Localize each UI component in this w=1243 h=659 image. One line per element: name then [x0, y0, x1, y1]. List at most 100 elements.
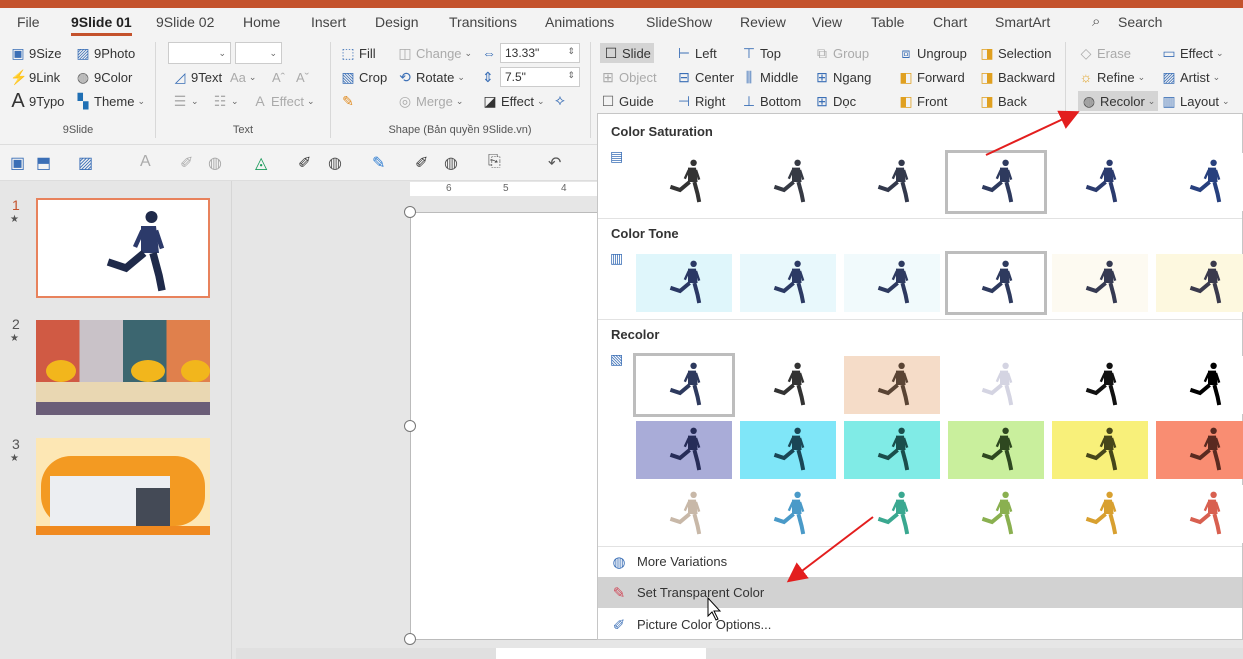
menu-item-more-variations[interactable]: ◍ More Variations [598, 546, 1242, 577]
height-field[interactable]: 7.5" ⇕ [500, 67, 580, 87]
9typo-button[interactable]: A 9Typo [10, 90, 64, 112]
toolbar-icon[interactable]: ⬒ [36, 153, 51, 173]
recolor-option[interactable] [1052, 356, 1148, 414]
recolor-option[interactable] [636, 421, 732, 479]
tab-slideshow[interactable]: SlideShow [646, 14, 712, 30]
recolor-option[interactable] [1052, 254, 1148, 312]
slide-canvas[interactable] [410, 212, 600, 640]
recolor-option[interactable] [1052, 485, 1148, 543]
group-button[interactable]: ⧉ Group [814, 43, 869, 63]
toolbar-icon[interactable]: ✎ [372, 153, 385, 173]
width-field[interactable]: 13.33" ⇕ [500, 43, 580, 63]
tab-animations[interactable]: Animations [545, 14, 614, 30]
9color-button[interactable]: ◍ 9Color [75, 67, 132, 87]
rotate-button[interactable]: ⟲ Rotate ⌄ [397, 67, 465, 87]
toolbar-icon[interactable]: ◍ [208, 153, 222, 173]
recolor-option[interactable] [844, 153, 940, 211]
shrink-font-button[interactable]: Aˇ [296, 67, 309, 87]
layout-button[interactable]: ▥ Layout ⌄ [1161, 91, 1229, 111]
backward-button[interactable]: ◨ Backward [979, 67, 1055, 87]
artist-button[interactable]: ▨ Artist ⌄ [1161, 67, 1220, 87]
search-icon[interactable]: ⌕ [1092, 13, 1100, 30]
resize-handle[interactable] [404, 206, 416, 218]
toolbar-icon[interactable]: ✐ [415, 153, 428, 173]
toolbar-icon[interactable]: ✐ [298, 153, 311, 173]
toolbar-icon[interactable]: ◍ [328, 153, 342, 173]
search-box[interactable]: Search [1118, 14, 1162, 30]
recolor-option[interactable] [844, 356, 940, 414]
recolor-option[interactable] [1156, 254, 1243, 312]
recolor-option[interactable] [740, 254, 836, 312]
tab-file[interactable]: File [17, 14, 40, 30]
slide-thumbnail-3[interactable] [36, 438, 210, 535]
format-painter-button[interactable]: ✎ [340, 91, 356, 111]
tab-table[interactable]: Table [871, 14, 904, 30]
recolor-option[interactable] [740, 485, 836, 543]
change-button[interactable]: ◫ Change ⌄ [397, 43, 472, 63]
font-size-combo[interactable]: ⌄ [235, 42, 282, 64]
toolbar-icon[interactable]: A [140, 153, 151, 171]
text-effect-button[interactable]: A Effect ⌄ [252, 91, 314, 111]
tab-insert[interactable]: Insert [311, 14, 346, 30]
toolbar-icon[interactable]: ◬ [255, 153, 267, 173]
recolor-option[interactable] [740, 421, 836, 479]
scrollbar-thumb[interactable] [496, 648, 706, 659]
guide-button[interactable]: ☐ Guide [600, 91, 654, 111]
erase-button[interactable]: ◇ Erase [1078, 43, 1131, 63]
selection-button[interactable]: ◨ Selection [979, 43, 1051, 63]
recolor-option[interactable] [844, 421, 940, 479]
recolor-option[interactable] [844, 254, 940, 312]
slide-thumbnail-1[interactable] [36, 198, 210, 298]
slide-button[interactable]: ☐ Slide [600, 43, 654, 63]
resize-handle[interactable] [404, 633, 416, 645]
9text-button[interactable]: ◿ 9Text [172, 67, 222, 87]
ungroup-button[interactable]: ⧈ Ungroup [898, 43, 967, 63]
effect-button[interactable]: ◪ Effect ⌄ [482, 91, 544, 111]
tab-view[interactable]: View [812, 14, 842, 30]
menu-item-picture-color-options[interactable]: ✐ Picture Color Options... [598, 609, 1242, 640]
recolor-option[interactable] [948, 356, 1044, 414]
recolor-option[interactable] [633, 353, 735, 417]
toolbar-icon[interactable]: ▣ [10, 153, 25, 173]
effect-button[interactable]: ▭ Effect ⌄ [1161, 43, 1223, 63]
tab-review[interactable]: Review [740, 14, 786, 30]
recolor-option[interactable] [948, 421, 1044, 479]
recolor-option[interactable] [636, 485, 732, 543]
crop-button[interactable]: ▧ Crop [340, 67, 387, 87]
tab-design[interactable]: Design [375, 14, 419, 30]
tab-smartart[interactable]: SmartArt [995, 14, 1050, 30]
recolor-option[interactable] [740, 356, 836, 414]
slide-thumbnail-2[interactable] [36, 320, 210, 415]
horizontal-scrollbar[interactable] [236, 648, 1243, 659]
grow-font-button[interactable]: Aˆ [272, 67, 285, 87]
recolor-option[interactable] [1156, 356, 1243, 414]
recolor-option[interactable] [948, 485, 1044, 543]
toolbar-icon[interactable]: ⎘ [488, 153, 501, 171]
toolbar-icon[interactable]: ▨ [78, 153, 93, 173]
left-button[interactable]: ⊢ Left [676, 43, 717, 63]
center-button[interactable]: ⊟ Center [676, 67, 734, 87]
top-button[interactable]: ⊤ Top [741, 43, 781, 63]
theme-button[interactable]: ▚ Theme ⌄ [75, 91, 145, 111]
recolor-option[interactable] [945, 251, 1047, 315]
bullets-button[interactable]: ☰ ⌄ [172, 91, 199, 111]
toolbar-icon[interactable]: ✐ [180, 153, 193, 173]
tab-transitions[interactable]: Transitions [449, 14, 517, 30]
recolor-option[interactable] [636, 254, 732, 312]
resize-handle[interactable] [404, 420, 416, 432]
bottom-button[interactable]: ⊥ Bottom [741, 91, 801, 111]
tab-9slide-02[interactable]: 9Slide 02 [156, 14, 214, 30]
tab-home[interactable]: Home [243, 14, 280, 30]
recolor-option[interactable] [1156, 421, 1243, 479]
fill-button[interactable]: ⬚ Fill [340, 43, 375, 63]
9link-button[interactable]: ⚡ 9Link [10, 67, 60, 87]
right-button[interactable]: ⊣ Right [676, 91, 725, 111]
tab-chart[interactable]: Chart [933, 14, 967, 30]
refine-button[interactable]: ☼ Refine ⌄ [1078, 67, 1146, 87]
object-button[interactable]: ⊞ Object [600, 67, 656, 87]
recolor-option[interactable] [636, 153, 732, 211]
recolor-option[interactable] [1156, 485, 1243, 543]
toolbar-icon[interactable]: ◍ [444, 153, 458, 173]
toolbar-icon[interactable]: ↶ [548, 153, 561, 173]
recolor-option[interactable] [1052, 421, 1148, 479]
